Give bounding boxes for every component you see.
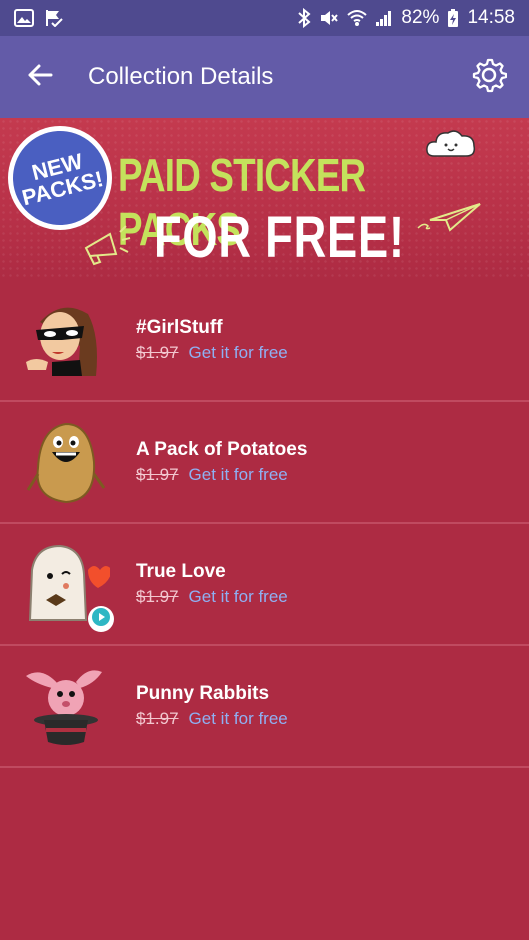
old-price: $1.97 <box>136 587 179 606</box>
paper-plane-icon <box>416 200 482 239</box>
check-flag-icon <box>44 9 64 27</box>
pack-name: Punny Rabbits <box>136 683 270 704</box>
clock: 14:58 <box>467 7 515 28</box>
get-free-link[interactable]: Get it for free <box>189 343 288 363</box>
list-item[interactable]: True Love $1.97 Get it for free <box>0 524 529 646</box>
settings-button[interactable] <box>449 36 529 118</box>
mute-icon <box>319 8 339 28</box>
list-item[interactable]: A Pack of Potatoes $1.97 Get it for free <box>0 402 529 524</box>
get-free-link[interactable]: Get it for free <box>189 465 288 485</box>
play-badge <box>88 606 114 632</box>
megaphone-icon <box>80 222 132 271</box>
battery-charging-icon <box>447 8 459 28</box>
sticker-thumbnail-potatoes <box>22 418 110 506</box>
list-item[interactable]: Punny Rabbits $1.97 Get it for free <box>0 646 529 768</box>
play-icon <box>91 607 111 632</box>
back-button[interactable] <box>0 36 80 118</box>
wifi-icon <box>347 9 368 27</box>
sticker-pack-list: #GirlStuff $1.97 Get it for free A Pack … <box>0 280 529 768</box>
sticker-thumbnail-true-love <box>22 540 114 632</box>
new-packs-badge: NEW PACKS! <box>3 121 117 235</box>
cloud-icon <box>424 126 478 167</box>
pack-name: True Love <box>136 561 226 582</box>
pack-name: A Pack of Potatoes <box>136 439 308 460</box>
promo-banner[interactable]: NEW PACKS! PAID STICKER PACKS FOR FREE! <box>0 118 529 280</box>
app-bar: Collection Details <box>0 36 529 118</box>
bluetooth-icon <box>297 8 311 28</box>
banner-subheadline: FOR FREE! <box>154 205 405 270</box>
arrow-back-icon <box>27 63 53 92</box>
pack-name: #GirlStuff <box>136 317 223 338</box>
page-title: Collection Details <box>88 63 274 90</box>
gear-icon <box>471 57 508 98</box>
old-price: $1.97 <box>136 343 179 362</box>
status-bar: 82% 14:58 <box>0 0 529 36</box>
get-free-link[interactable]: Get it for free <box>189 587 288 607</box>
list-item[interactable]: #GirlStuff $1.97 Get it for free <box>0 280 529 402</box>
battery-percent: 82% <box>401 7 440 28</box>
old-price: $1.97 <box>136 709 179 728</box>
sticker-thumbnail-girlstuff <box>22 296 110 384</box>
old-price: $1.97 <box>136 465 179 484</box>
get-free-link[interactable]: Get it for free <box>189 709 288 729</box>
sticker-thumbnail-punny-rabbits <box>22 662 110 750</box>
signal-icon <box>375 9 393 27</box>
gallery-icon <box>14 9 34 27</box>
